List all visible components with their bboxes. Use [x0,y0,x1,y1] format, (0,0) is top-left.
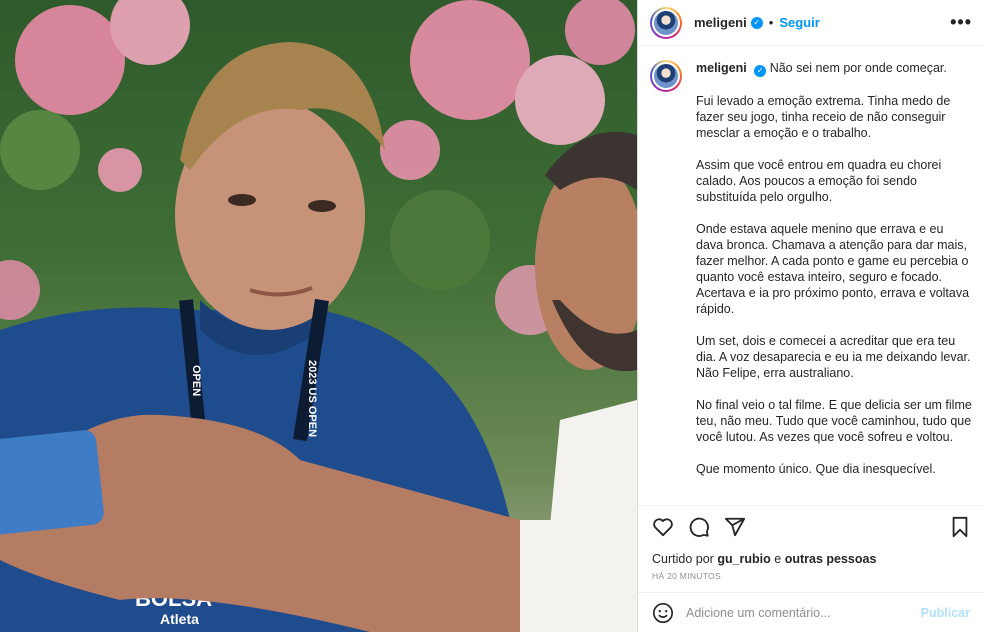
photo-illustration: OPEN 2023 US OPEN BOLSA Atleta [0,0,637,632]
username[interactable]: meligeni [694,15,747,30]
likes-middle: e [770,552,785,566]
likes-line: Curtido por gu_rubio e outras pessoas [652,552,970,566]
post-side-panel: meligeni ✓ • Seguir ••• meligeni ✓ Não s… [637,0,984,632]
comment-bar: Publicar [638,592,984,632]
caption-paragraph: Fui levado a emoção extrema. Tinha medo … [696,94,951,140]
likes-user-link[interactable]: gu_rubio [717,552,770,566]
publish-button[interactable]: Publicar [921,606,970,620]
post-photo[interactable]: OPEN 2023 US OPEN BOLSA Atleta [0,0,637,632]
verified-badge-icon: ✓ [750,16,763,29]
avatar[interactable] [650,6,682,39]
heart-icon[interactable] [652,517,674,537]
lanyard-text-left: OPEN [190,365,202,396]
caption-paragraph: Onde estava aquele menino que errava e e… [696,222,970,316]
emoji-icon[interactable] [652,602,674,624]
comment-icon[interactable] [688,516,710,538]
shirt-text-2: Atleta [160,611,199,627]
post-timestamp: HÁ 20 MINUTOS [652,571,721,581]
bookmark-icon[interactable] [950,516,970,538]
caption-paragraph: Um set, dois e comecei a acreditar que e… [696,334,971,380]
action-icons [652,516,970,538]
post-actions: Curtido por gu_rubio e outras pessoas HÁ… [638,505,984,591]
follow-button[interactable]: Seguir [779,15,819,30]
caption-area: meligeni ✓ Não sei nem por onde começar.… [638,46,984,504]
likes-prefix: Curtido por [652,552,718,566]
caption-first-line: Não sei nem por onde começar. [769,61,947,75]
share-icon[interactable] [724,516,746,538]
verified-badge-icon: ✓ [754,65,767,77]
caption-paragraph: Assim que você entrou em quadra eu chore… [696,158,942,204]
post-header: meligeni ✓ • Seguir ••• [638,0,984,46]
likes-others-link[interactable]: outras pessoas [785,552,877,566]
caption-text: meligeni ✓ Não sei nem por onde começar.… [696,60,972,477]
caption-paragraph: Que momento único. Que dia inesquecível. [696,462,936,476]
comment-input[interactable] [686,605,921,620]
more-options-icon[interactable]: ••• [950,12,972,33]
lanyard-text-right: 2023 US OPEN [306,360,318,437]
caption: meligeni ✓ Não sei nem por onde começar.… [650,60,972,477]
separator-dot: • [768,15,774,30]
caption-username[interactable]: meligeni [696,61,747,75]
phone [0,430,104,535]
caption-paragraph: No final veio o tal filme. E que delicia… [696,398,972,444]
caption-avatar[interactable] [650,60,682,92]
